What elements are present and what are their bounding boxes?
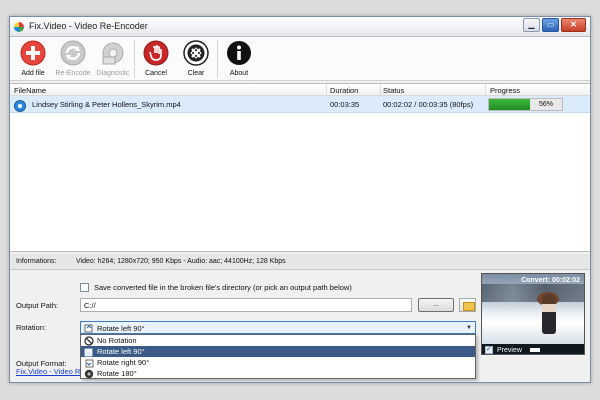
diagnostic-label: Diagnostic — [96, 70, 130, 77]
add-file-button[interactable]: Add file — [13, 40, 53, 77]
rotate-right-icon — [85, 359, 94, 368]
save-in-broken-dir-label: Save converted file in the broken file's… — [94, 283, 352, 292]
about-button[interactable]: About — [219, 40, 259, 77]
progress-percent: 56% — [538, 101, 553, 108]
table-row[interactable]: Lindsey Stirling & Peter Hollens_Skyrim.… — [10, 96, 590, 113]
video-preview: Convert: 00:02:02 Preview — [481, 273, 585, 355]
add-file-label: Add file — [21, 70, 45, 77]
minimize-button[interactable]: ▁ — [523, 18, 540, 32]
rotation-option-rotate-180[interactable]: Rotate 180° — [81, 368, 475, 379]
info-label: Informations: — [16, 258, 57, 265]
info-icon — [227, 41, 251, 65]
preview-frame — [482, 274, 584, 344]
file-list-header: FileName Duration Status Progress — [10, 84, 590, 96]
row-duration: 00:03:35 — [330, 100, 360, 109]
rotation-option-label: Rotate left 90° — [97, 347, 145, 356]
progress-bar: 56% — [488, 98, 563, 111]
toolbar-divider — [134, 40, 135, 78]
window-title: Fix.Video - Video Re-Encoder — [29, 21, 148, 31]
close-button[interactable]: ✕ — [561, 18, 586, 32]
add-file-icon — [20, 40, 46, 66]
convert-timestamp: Convert: 00:02:02 — [521, 277, 580, 284]
toolbar: Add file Re-Encode Diagnostic Cancel Cle… — [10, 37, 590, 81]
output-path-input[interactable]: C:// — [80, 298, 412, 312]
preview-controls: Preview — [482, 344, 584, 354]
progress-bar-fill — [489, 99, 530, 110]
diagnostic-icon — [102, 42, 124, 65]
file-list[interactable]: FileName Duration Status Progress Lindse… — [10, 83, 590, 252]
video-file-icon — [14, 100, 26, 112]
maximize-button[interactable]: ▭ — [542, 18, 559, 32]
cancel-icon — [143, 40, 169, 66]
column-divider — [485, 84, 486, 96]
status-link[interactable]: Fix.Video - Video Re-Encoder — [16, 367, 80, 376]
row-filename: Lindsey Stirling & Peter Hollens_Skyrim.… — [32, 100, 181, 109]
rotate-left-icon — [84, 324, 93, 333]
rotation-dropdown-list: No Rotation Rotate left 90° Rotate right… — [80, 334, 476, 379]
browse-button[interactable]: ... — [418, 298, 454, 312]
rotation-option-label: No Rotation — [97, 336, 137, 345]
about-label: About — [229, 70, 249, 77]
diagnostic-button[interactable]: Diagnostic — [93, 40, 133, 77]
rotation-selected-value: Rotate left 90° — [97, 324, 145, 333]
info-text: Video: h264; 1280x720; 950 Kbps - Audio:… — [76, 258, 286, 265]
column-header-status[interactable]: Status — [383, 86, 404, 95]
info-bar: Informations: Video: h264; 1280x720; 950… — [10, 254, 590, 270]
column-header-progress[interactable]: Progress — [490, 86, 520, 95]
rotation-option-rotate-left[interactable]: Rotate left 90° — [81, 346, 475, 357]
clear-icon — [183, 40, 209, 66]
clear-label: Clear — [187, 70, 205, 77]
re-encode-button[interactable]: Re-Encode — [53, 40, 93, 77]
column-divider — [326, 84, 327, 96]
rotation-option-rotate-right[interactable]: Rotate right 90° — [81, 357, 475, 368]
save-in-broken-dir-checkbox[interactable]: Save converted file in the broken file's… — [80, 283, 352, 292]
column-header-duration[interactable]: Duration — [330, 86, 358, 95]
no-rotation-icon — [84, 336, 94, 346]
output-path-label: Output Path: — [16, 301, 59, 310]
re-encode-icon — [60, 40, 86, 66]
checkbox-box[interactable] — [80, 283, 89, 292]
rotation-select[interactable]: Rotate left 90° ▼ — [80, 321, 476, 334]
column-divider — [380, 84, 381, 96]
rotation-option-label: Rotate right 90° — [97, 358, 150, 367]
preview-label: Preview — [497, 346, 522, 354]
re-encode-label: Re-Encode — [55, 70, 91, 77]
rotation-option-no-rotation[interactable]: No Rotation — [81, 335, 475, 346]
chevron-down-icon: ▼ — [466, 325, 472, 331]
rotation-label: Rotation: — [16, 323, 47, 332]
row-status: 00:02:02 / 00:03:35 (80fps) — [383, 100, 474, 109]
rotation-option-label: Rotate 180° — [97, 369, 137, 378]
preview-background — [482, 284, 584, 302]
open-folder-icon[interactable] — [459, 298, 476, 312]
rotate-left-icon — [84, 348, 93, 357]
cancel-button[interactable]: Cancel — [136, 40, 176, 77]
app-logo-icon — [14, 22, 24, 32]
preview-figure — [542, 294, 556, 334]
app-window: Fix.Video - Video Re-Encoder ▁ ▭ ✕ Add f… — [9, 16, 591, 383]
column-header-filename[interactable]: FileName — [14, 86, 46, 95]
title-bar: Fix.Video - Video Re-Encoder ▁ ▭ ✕ — [10, 17, 590, 37]
preview-checkbox[interactable] — [485, 345, 493, 354]
preview-slider[interactable] — [529, 348, 540, 352]
cancel-label: Cancel — [145, 70, 167, 77]
rotate-180-icon — [84, 369, 94, 379]
clear-button[interactable]: Clear — [176, 40, 216, 77]
toolbar-divider — [217, 40, 218, 78]
